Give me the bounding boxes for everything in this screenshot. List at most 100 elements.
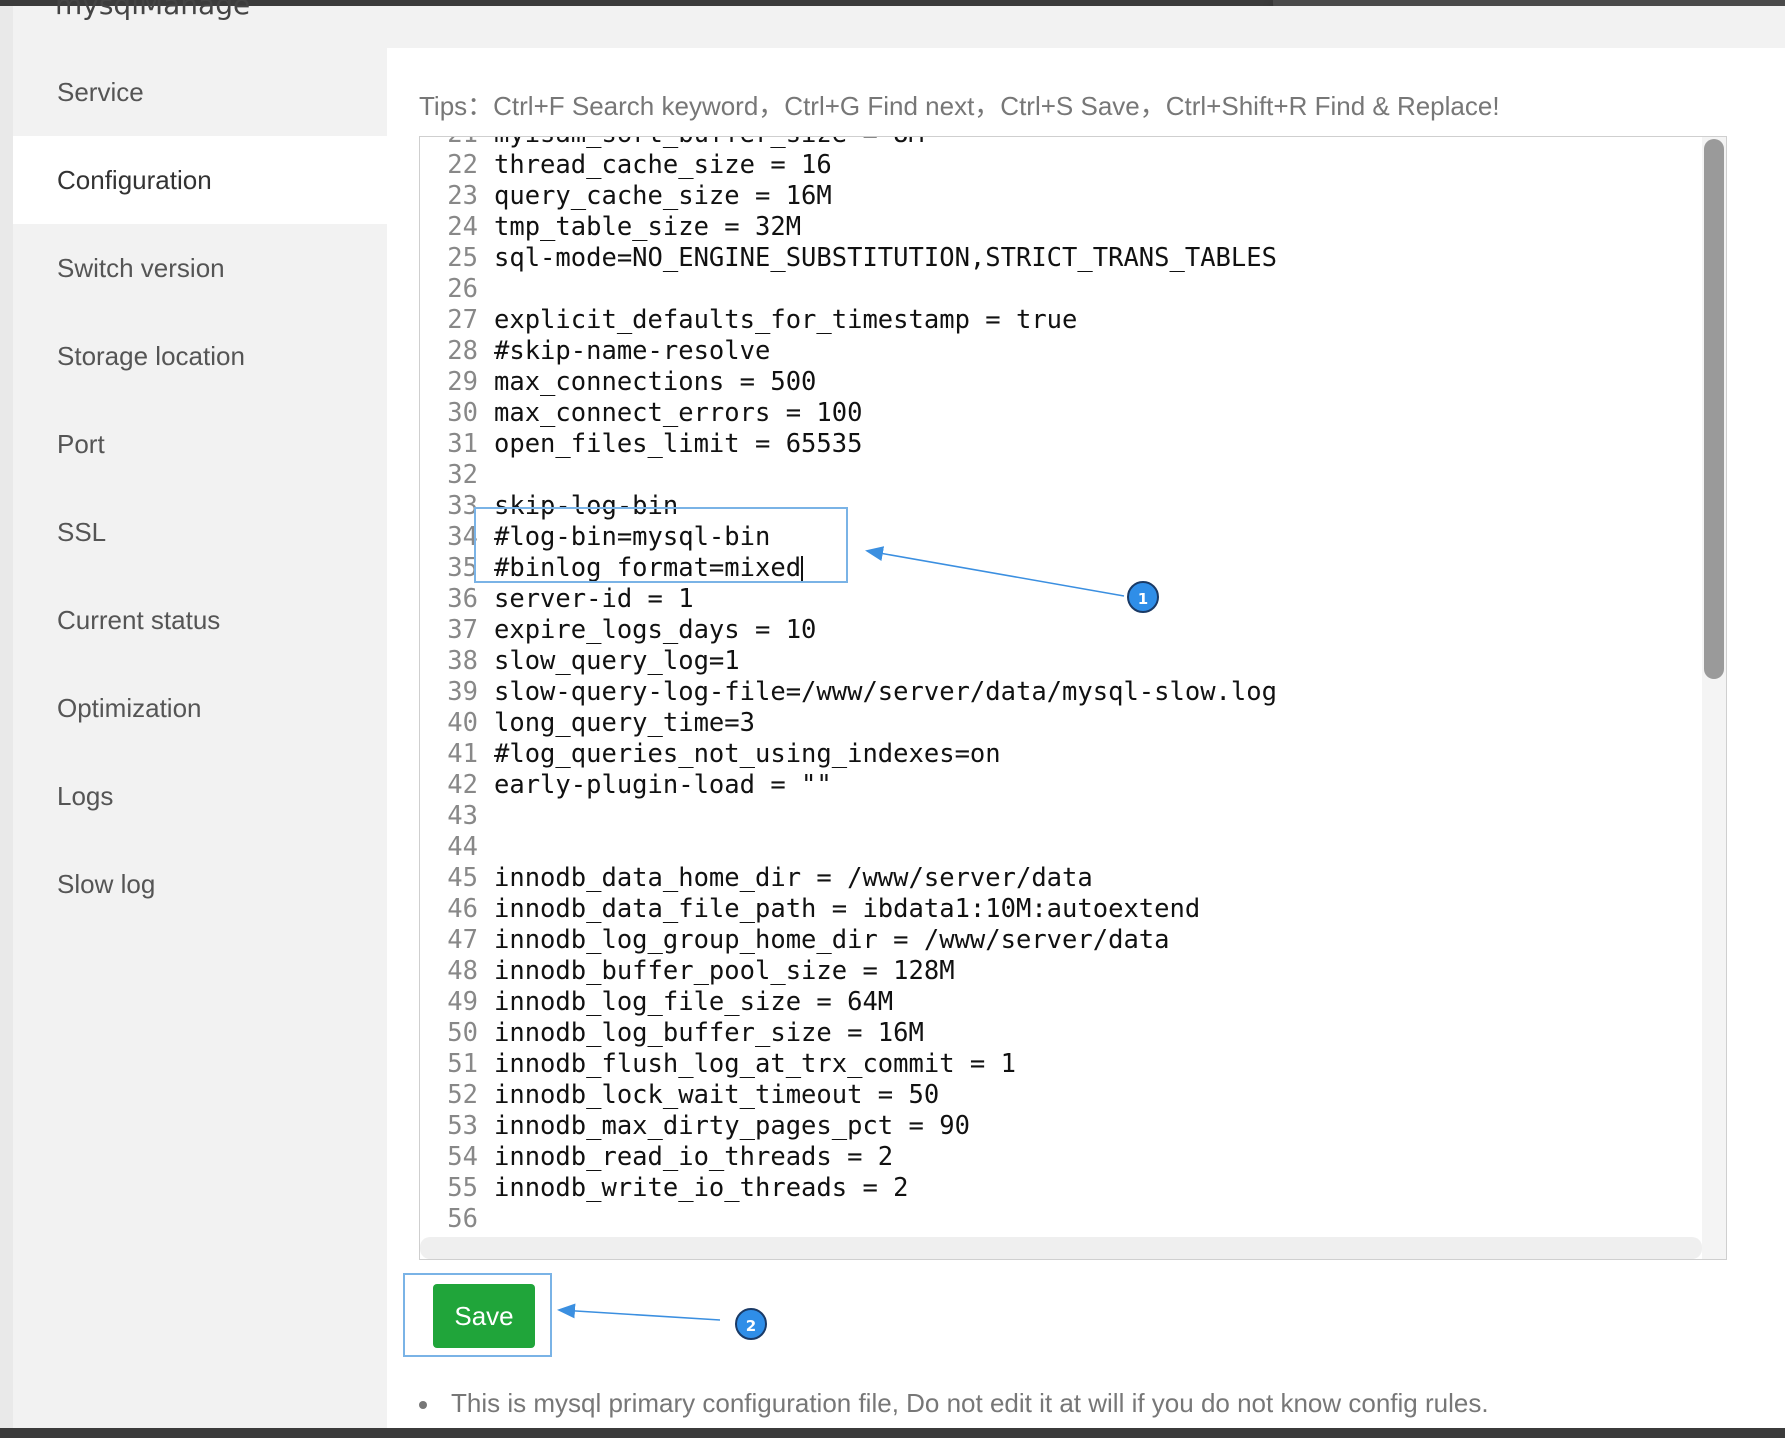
line-text[interactable]: innodb_max_dirty_pages_pct = 90	[486, 1111, 970, 1142]
code-line[interactable]: 54 innodb_read_io_threads = 2	[420, 1142, 1710, 1173]
line-text[interactable]: early-plugin-load = ""	[486, 770, 832, 801]
vertical-scrollbar[interactable]	[1702, 137, 1726, 1259]
code-line[interactable]: 32	[420, 460, 1710, 491]
line-number: 23	[447, 181, 478, 211]
line-text[interactable]: sql-mode=NO_ENGINE_SUBSTITUTION,STRICT_T…	[486, 243, 1277, 274]
line-number: 45	[447, 863, 478, 893]
code-line[interactable]: 21myisam_sort_buffer_size = 8M	[420, 137, 1710, 150]
code-line[interactable]: 27 explicit_defaults_for_timestamp = true	[420, 305, 1710, 336]
code-line[interactable]: 53 innodb_max_dirty_pages_pct = 90	[420, 1111, 1710, 1142]
code-line[interactable]: 48 innodb_buffer_pool_size = 128M	[420, 956, 1710, 987]
line-text[interactable]: innodb_data_home_dir = /www/server/data	[486, 863, 1093, 894]
code-line[interactable]: 47 innodb_log_group_home_dir = /www/serve…	[420, 925, 1710, 956]
code-line[interactable]: 41 #log_queries_not_using_indexes=on	[420, 739, 1710, 770]
line-number: 31	[447, 429, 478, 459]
code-line[interactable]: 29 max_connections = 500	[420, 367, 1710, 398]
line-text[interactable]: innodb_log_group_home_dir = /www/server/…	[486, 925, 1170, 956]
code-line[interactable]: 23 query_cache_size = 16M	[420, 181, 1710, 212]
line-text[interactable]: skip-log-bin	[486, 491, 678, 522]
code-line[interactable]: 24 tmp_table_size = 32M	[420, 212, 1710, 243]
code-line[interactable]: 28 #skip-name-resolve	[420, 336, 1710, 367]
code-line[interactable]: 56	[420, 1204, 1710, 1235]
line-text[interactable]	[486, 1204, 494, 1235]
line-text[interactable]: tmp_table_size = 32M	[486, 212, 801, 243]
line-text[interactable]: innodb_data_file_path = ibdata1:10M:auto…	[486, 894, 1200, 925]
line-text[interactable]: innodb_flush_log_at_trx_commit = 1	[486, 1049, 1016, 1080]
line-text[interactable]: innodb_log_file_size = 64M	[486, 987, 893, 1018]
line-text[interactable]: server-id = 1	[486, 584, 694, 615]
code-lines[interactable]: 21myisam_sort_buffer_size = 8M22thread_c…	[420, 137, 1710, 1259]
line-text[interactable]: #log-bin=mysql-bin	[486, 522, 770, 553]
line-text[interactable]: myisam_sort_buffer_size = 8M	[486, 137, 924, 150]
line-text[interactable]: innodb_log_buffer_size = 16M	[486, 1018, 924, 1049]
code-line[interactable]: 35 #binlog_format=mixed	[420, 553, 1710, 584]
line-text[interactable]: slow_query_log=1	[486, 646, 740, 677]
code-line[interactable]: 51 innodb_flush_log_at_trx_commit = 1	[420, 1049, 1710, 1080]
code-line[interactable]: 43	[420, 801, 1710, 832]
code-line[interactable]: 22 thread_cache_size = 16	[420, 150, 1710, 181]
sidebar-item-logs[interactable]: Logs	[13, 752, 387, 840]
sidebar-item-ssl[interactable]: SSL	[13, 488, 387, 576]
mysql-manage-dialog: mysqlManage Service Configuration Switch…	[13, 0, 1785, 1428]
vertical-scrollbar-thumb[interactable]	[1704, 139, 1724, 679]
line-text[interactable]	[486, 801, 494, 832]
code-line[interactable]: 30 max_connect_errors = 100	[420, 398, 1710, 429]
code-line[interactable]: 31 open_files_limit = 65535	[420, 429, 1710, 460]
line-text[interactable]: #log_queries_not_using_indexes=on	[486, 739, 1001, 770]
line-text[interactable]: innodb_read_io_threads = 2	[486, 1142, 893, 1173]
code-line[interactable]: 49 innodb_log_file_size = 64M	[420, 987, 1710, 1018]
sidebar-item-port[interactable]: Port	[13, 400, 387, 488]
code-line[interactable]: 37 expire_logs_days = 10	[420, 615, 1710, 646]
code-line[interactable]: 52 innodb_lock_wait_timeout = 50	[420, 1080, 1710, 1111]
code-line[interactable]: 33 skip-log-bin	[420, 491, 1710, 522]
code-line[interactable]: 25 sql-mode=NO_ENGINE_SUBSTITUTION,STRICT…	[420, 243, 1710, 274]
line-text[interactable]: expire_logs_days = 10	[486, 615, 816, 646]
line-number: 54	[447, 1142, 478, 1172]
sidebar-item-optimization[interactable]: Optimization	[13, 664, 387, 752]
code-line[interactable]: 45 innodb_data_home_dir = /www/server/dat…	[420, 863, 1710, 894]
line-text[interactable]	[486, 274, 494, 305]
line-text[interactable]: innodb_buffer_pool_size = 128M	[486, 956, 955, 987]
horizontal-scrollbar[interactable]	[420, 1237, 1702, 1259]
code-line[interactable]: 44	[420, 832, 1710, 863]
code-line[interactable]: 34 #log-bin=mysql-bin	[420, 522, 1710, 553]
config-warning-text: This is mysql primary configuration file…	[451, 1388, 1489, 1418]
line-text[interactable]: max_connect_errors = 100	[486, 398, 862, 429]
line-number: 43	[447, 801, 478, 831]
sidebar-item-current-status[interactable]: Current status	[13, 576, 387, 664]
line-number: 33	[447, 491, 478, 521]
sidebar-item-configuration[interactable]: Configuration	[13, 136, 387, 224]
line-text[interactable]: #binlog_format=mixed	[486, 553, 804, 584]
line-text[interactable]: #skip-name-resolve	[486, 336, 770, 367]
code-line[interactable]: 26	[420, 274, 1710, 305]
line-text[interactable]: open_files_limit = 65535	[486, 429, 862, 460]
code-line[interactable]: 42 early-plugin-load = ""	[420, 770, 1710, 801]
line-number: 56	[447, 1204, 478, 1234]
line-text[interactable]	[486, 832, 494, 863]
config-editor[interactable]: 21myisam_sort_buffer_size = 8M22thread_c…	[419, 136, 1727, 1260]
sidebar-item-slow-log[interactable]: Slow log	[13, 840, 387, 928]
editor-tips: Tips：Ctrl+F Search keyword，Ctrl+G Find n…	[419, 91, 1500, 121]
code-line[interactable]: 39 slow-query-log-file=/www/server/data/m…	[420, 677, 1710, 708]
line-text[interactable]: innodb_write_io_threads = 2	[486, 1173, 909, 1204]
sidebar-item-service[interactable]: Service	[13, 48, 387, 136]
line-text[interactable]: query_cache_size = 16M	[486, 181, 832, 212]
code-line[interactable]: 46 innodb_data_file_path = ibdata1:10M:au…	[420, 894, 1710, 925]
dialog-title: mysqlManage	[55, 0, 251, 21]
code-line[interactable]: 36 server-id = 1	[420, 584, 1710, 615]
save-button[interactable]: Save	[433, 1284, 535, 1348]
line-text[interactable]: long_query_time=3	[486, 708, 755, 739]
line-text[interactable]: explicit_defaults_for_timestamp = true	[486, 305, 1077, 336]
sidebar-item-storage-location[interactable]: Storage location	[13, 312, 387, 400]
line-text[interactable]	[486, 460, 494, 491]
line-text[interactable]: innodb_lock_wait_timeout = 50	[486, 1080, 939, 1111]
code-line[interactable]: 55 innodb_write_io_threads = 2	[420, 1173, 1710, 1204]
sidebar-item-switch-version[interactable]: Switch version	[13, 224, 387, 312]
code-line[interactable]: 40 long_query_time=3	[420, 708, 1710, 739]
line-text[interactable]: slow-query-log-file=/www/server/data/mys…	[486, 677, 1277, 708]
line-text[interactable]: max_connections = 500	[486, 367, 816, 398]
code-line[interactable]: 50 innodb_log_buffer_size = 16M	[420, 1018, 1710, 1049]
code-line[interactable]: 38 slow_query_log=1	[420, 646, 1710, 677]
line-text[interactable]: thread_cache_size = 16	[486, 150, 832, 181]
line-number: 50	[447, 1018, 478, 1048]
